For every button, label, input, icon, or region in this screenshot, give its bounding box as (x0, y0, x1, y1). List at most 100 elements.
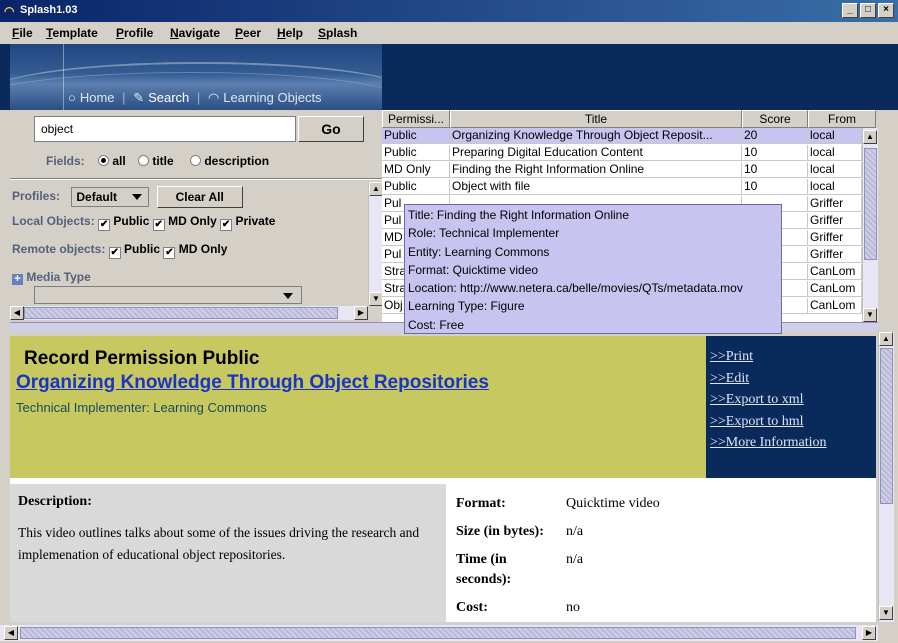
scroll-down-icon[interactable]: ▼ (863, 308, 877, 322)
tooltip-line: Location: http://www.netera.ca/belle/mov… (408, 281, 743, 296)
table-cell: local (808, 179, 862, 195)
local-public-checkbox[interactable]: ✔ (98, 219, 111, 231)
media-type-select[interactable] (34, 286, 302, 304)
remote-md-checkbox[interactable]: ✔ (163, 247, 176, 259)
table-row[interactable]: Public Preparing Digital Education Conten… (382, 145, 878, 161)
table-cell: Griffer (808, 213, 862, 229)
edit-link[interactable]: >>Edit (710, 368, 876, 390)
table-cell: Public (382, 179, 450, 195)
record-role-entity: Technical Implementer: Learning Commons (16, 400, 267, 415)
radio-title-label: title (152, 154, 174, 168)
scroll-down-icon[interactable]: ▼ (879, 606, 893, 620)
window-title: Splash1.03 (20, 4, 78, 16)
record-scroll-thumb[interactable] (880, 348, 893, 504)
table-cell: 20 (742, 128, 808, 144)
scroll-right-icon[interactable]: ▶ (862, 626, 876, 640)
export-xml-link[interactable]: >>Export to xml (710, 389, 876, 411)
menu-profile[interactable]: Profile (116, 26, 153, 40)
expand-plus-icon[interactable]: + (12, 274, 23, 285)
scroll-up-icon[interactable]: ▲ (369, 182, 383, 196)
filters-hscrollbar[interactable]: ◀ ▶ (10, 306, 368, 320)
search-input[interactable]: object (34, 116, 296, 142)
radio-description[interactable] (190, 155, 201, 166)
table-cell: Public (382, 145, 450, 161)
nav-home[interactable]: Home (80, 90, 115, 105)
clear-all-button[interactable]: Clear All (156, 186, 243, 208)
table-scrollbar[interactable]: ▲ ▼ (862, 128, 878, 324)
table-cell: CanLom (808, 298, 862, 314)
tooltip-line: Learning Type: Figure (408, 299, 525, 314)
local-private-checkbox[interactable]: ✔ (220, 219, 233, 231)
nav-search[interactable]: Search (148, 90, 189, 105)
description-text: This video outlines talks about some of … (18, 525, 420, 562)
menu-peer[interactable]: Peer (235, 26, 261, 40)
col-from[interactable]: From (808, 110, 876, 128)
bottom-hscrollbar[interactable]: ◀ ▶ (0, 625, 878, 641)
col-score[interactable]: Score (742, 110, 808, 128)
local-md-checkbox[interactable]: ✔ (152, 219, 165, 231)
table-cell: local (808, 162, 862, 178)
table-scroll-thumb[interactable] (864, 148, 877, 260)
table-row[interactable]: Public Object with file 10 local (382, 179, 878, 195)
tooltip-line: Cost: Free (408, 317, 465, 332)
menu-help[interactable]: Help (277, 26, 303, 40)
table-cell: Finding the Right Information Online (450, 162, 742, 178)
search-icon: ✎ (133, 90, 145, 105)
menu-file[interactable]: File (12, 26, 33, 40)
col-title[interactable]: Title (450, 110, 742, 128)
divider (10, 178, 382, 180)
cost-label: Cost: (456, 600, 488, 615)
scroll-up-icon[interactable]: ▲ (879, 332, 893, 346)
app-icon: ◠ (4, 4, 15, 18)
format-label: Format: (456, 496, 506, 511)
description-label: Description: (18, 494, 92, 509)
record-detail: Record Permission Public Organizing Know… (10, 336, 876, 622)
filters-panel: Profiles: Default Clear All Local Object… (10, 182, 372, 300)
filters-scrollbar[interactable]: ▲ ▼ (368, 182, 383, 306)
nav-learning-objects[interactable]: Learning Objects (223, 90, 321, 105)
radio-all-label: all (112, 154, 126, 168)
export-hml-link[interactable]: >>Export to hml (710, 411, 876, 433)
go-button[interactable]: Go (298, 116, 364, 142)
close-button[interactable]: × (878, 3, 894, 18)
table-cell: 10 (742, 162, 808, 178)
col-permission[interactable]: Permissi... (382, 110, 450, 128)
print-link[interactable]: >>Print (710, 346, 876, 368)
menu-navigate[interactable]: Navigate (170, 26, 220, 40)
table-row[interactable]: MD Only Finding the Right Information Onl… (382, 162, 878, 178)
hscroll-thumb[interactable] (24, 307, 338, 319)
scroll-down-icon[interactable]: ▼ (369, 292, 383, 306)
bottom-scroll-thumb[interactable] (20, 627, 856, 639)
remote-public-checkbox[interactable]: ✔ (108, 247, 121, 259)
radio-all[interactable] (98, 155, 109, 166)
menu-splash[interactable]: Splash (318, 26, 357, 40)
record-permission: Record Permission Public (24, 348, 260, 369)
table-row[interactable]: Public Organizing Knowledge Through Objec… (382, 128, 878, 144)
menu-bar: File Template Profile Navigate Peer Help… (0, 22, 898, 44)
menu-template[interactable]: Template (46, 26, 98, 40)
minimize-button[interactable]: _ (842, 3, 858, 18)
properties-panel: Format: Quicktime video Size (in bytes):… (456, 484, 876, 622)
maximize-button[interactable]: □ (860, 3, 876, 18)
learning-objects-icon: ◠ (207, 90, 220, 105)
media-type-label[interactable]: Media Type (26, 270, 90, 284)
remote-objects-label: Remote objects: (12, 242, 106, 256)
chevron-down-icon (283, 293, 293, 299)
local-objects-label: Local Objects: (12, 214, 95, 228)
record-actions: >>Print >>Edit >>Export to xml >>Export … (706, 336, 876, 478)
scroll-right-icon[interactable]: ▶ (354, 306, 368, 320)
table-cell: Organizing Knowledge Through Object Repo… (450, 128, 742, 144)
record-header: Record Permission Public Organizing Know… (10, 336, 706, 478)
scroll-left-icon[interactable]: ◀ (10, 306, 24, 320)
table-cell: CanLom (808, 264, 862, 280)
radio-title[interactable] (138, 155, 149, 166)
table-cell: Griffer (808, 196, 862, 212)
record-scrollbar[interactable]: ▲ ▼ (878, 332, 894, 622)
size-label: Size (in bytes): (456, 524, 544, 539)
scroll-up-icon[interactable]: ▲ (863, 130, 877, 144)
scroll-left-icon[interactable]: ◀ (4, 626, 18, 640)
profile-select[interactable]: Default (71, 187, 150, 207)
record-title-link[interactable]: Organizing Knowledge Through Object Repo… (16, 372, 489, 394)
more-information-link[interactable]: >>More Information (710, 432, 876, 454)
table-cell: Griffer (808, 247, 862, 263)
